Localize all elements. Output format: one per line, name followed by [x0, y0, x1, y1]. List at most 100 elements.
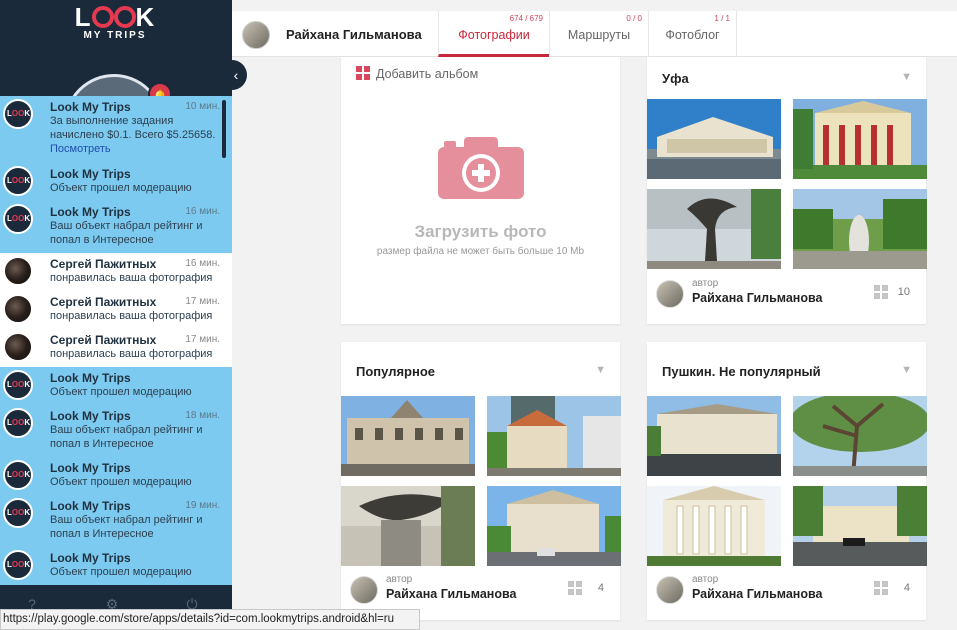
user-avatar[interactable] — [3, 332, 33, 362]
chevron-left-icon[interactable]: ‹ — [225, 60, 247, 90]
tab-photoblog[interactable]: 1 / 1 Фотоблог — [648, 11, 737, 57]
tab-count: 1 / 1 — [714, 14, 730, 23]
notification-item[interactable]: LOOK Look My Trips 16 мин. Ваш объект набра… — [0, 201, 232, 253]
photo-count: 4 — [597, 582, 604, 594]
logo[interactable]: LK MY TRIPS — [60, 4, 170, 44]
album-photo[interactable] — [647, 486, 781, 566]
album-card-popular[interactable]: Популярное ▼ автор Райхана Гильманова 4 — [341, 342, 621, 620]
album-photo[interactable] — [341, 396, 475, 476]
notification-time: 16 мин. — [185, 206, 220, 217]
album-photo[interactable] — [647, 99, 781, 179]
look-my-trips-avatar[interactable]: LOOK — [3, 460, 33, 490]
notification-text: Объект прошел модерацию — [50, 566, 192, 578]
notification-text: понравилась ваша фотография — [50, 272, 213, 284]
album-title: Уфа — [662, 71, 689, 86]
album-card-pushkin[interactable]: Пушкин. Не популярный ▼ автор Райхана Ги… — [647, 342, 927, 620]
notification-text: Объект прошел модерацию — [50, 476, 192, 488]
look-my-trips-avatar[interactable]: LOOK — [3, 408, 33, 438]
user-avatar[interactable] — [3, 256, 33, 286]
author-label: автор — [692, 574, 719, 585]
album-photo[interactable] — [487, 486, 621, 566]
album-card-ufa[interactable]: Уфа ▼ автор Райхана Гильманова 10 — [647, 57, 927, 324]
notification-time: 18 мин. — [185, 410, 220, 421]
notification-item[interactable]: Сергей Пажитных 16 мин. понравилась ваша ф… — [0, 253, 232, 291]
album-photo[interactable] — [647, 189, 781, 269]
notification-item[interactable]: LOOK Look My Trips 10 мин. За выполнение за… — [0, 96, 232, 163]
sidebar: LK MY TRIPS 🔔 LOOKLook My Trips10 мин.За… — [0, 0, 232, 630]
notification-item[interactable]: Сергей Пажитных 17 мин. понравилась ваша ф… — [0, 329, 232, 367]
notification-title: Look My Trips — [50, 167, 131, 181]
author-avatar[interactable] — [656, 576, 684, 604]
notification-item[interactable]: LOOK Look My Trips Объект прошел модерацию — [0, 163, 232, 201]
notification-text: понравилась ваша фотография — [50, 348, 213, 360]
caret-down-icon[interactable]: ▼ — [595, 364, 606, 376]
notification-text: За выполнение задания начислено $0.1. Вс… — [50, 115, 216, 155]
photos-grid-icon — [568, 581, 582, 595]
album-photo[interactable] — [793, 486, 927, 566]
caret-down-icon[interactable]: ▼ — [901, 71, 912, 83]
look-my-trips-avatar[interactable]: LOOK — [3, 370, 33, 400]
notification-item[interactable]: LOOK Look My Trips 18 мин. Ваш объект набра… — [0, 405, 232, 457]
tab-photos[interactable]: 674 / 679 Фотографии — [438, 11, 549, 57]
notification-item[interactable]: LOOK Look My Trips Объект прошел модерацию — [0, 547, 232, 585]
add-album-button[interactable]: Добавить альбом — [356, 66, 478, 81]
notification-title: Look My Trips — [50, 371, 131, 385]
camera-plus-icon[interactable] — [438, 137, 524, 199]
look-my-trips-avatar[interactable]: LOOK — [3, 99, 33, 129]
upload-title: Загрузить фото — [414, 222, 547, 241]
user-avatar[interactable] — [242, 21, 270, 49]
caret-down-icon[interactable]: ▼ — [901, 364, 912, 376]
notification-item[interactable]: LOOK Look My Trips Объект прошел модерацию — [0, 457, 232, 495]
album-title: Пушкин. Не популярный — [662, 364, 821, 379]
tab-label: Маршруты — [567, 28, 631, 42]
notification-text: понравилась ваша фотография — [50, 310, 213, 322]
album-grid-icon — [356, 66, 370, 80]
tab-label: Фотографии — [458, 28, 530, 42]
author-label: автор — [386, 574, 413, 585]
author-name[interactable]: Райхана Гильманова — [692, 587, 822, 601]
author-name[interactable]: Райхана Гильманова — [692, 291, 822, 305]
author-avatar[interactable] — [350, 576, 378, 604]
album-footer: автор Райхана Гильманова 10 — [647, 276, 926, 324]
notification-text: Ваш объект набрал рейтинг и попал в Инте… — [50, 220, 203, 246]
author-name[interactable]: Райхана Гильманова — [386, 587, 516, 601]
notification-time: 10 мин. — [185, 101, 220, 112]
notification-title: Look My Trips — [50, 551, 131, 565]
album-photo[interactable] — [793, 396, 927, 476]
album-photo[interactable] — [487, 396, 621, 476]
notification-item[interactable]: LOOK Look My Trips 19 мин. Ваш объект набра… — [0, 495, 232, 547]
album-footer: автор Райхана Гильманова 4 — [647, 572, 926, 620]
upload-subtitle: размер файла не может быть больше 10 Mb — [376, 246, 585, 257]
notification-time: 17 мин. — [185, 334, 220, 345]
notification-title: Look My Trips — [50, 461, 131, 475]
notification-time: 16 мин. — [185, 258, 220, 269]
photo-count: 4 — [903, 582, 910, 594]
album-photo[interactable] — [793, 189, 927, 269]
view-link[interactable]: Посмотреть — [50, 143, 111, 155]
album-photo[interactable] — [341, 486, 475, 566]
look-my-trips-avatar[interactable]: LOOK — [3, 550, 33, 580]
notification-text: Ваш объект набрал рейтинг и попал в Инте… — [50, 514, 203, 540]
look-my-trips-avatar[interactable]: LOOK — [3, 166, 33, 196]
notification-text: Ваш объект набрал рейтинг и попал в Инте… — [50, 424, 203, 450]
scrollbar-thumb[interactable] — [222, 100, 226, 158]
album-photo[interactable] — [647, 396, 781, 476]
notification-item[interactable]: LOOK Look My Trips Объект прошел модерацию — [0, 367, 232, 405]
album-title: Популярное — [356, 364, 436, 379]
profile-header: Райхана Гильманова 674 / 679 Фотографии … — [232, 11, 957, 57]
look-my-trips-avatar[interactable]: LOOK — [3, 498, 33, 528]
user-avatar[interactable] — [3, 294, 33, 324]
look-my-trips-avatar[interactable]: LOOK — [3, 204, 33, 234]
tab-routes[interactable]: 0 / 0 Маршруты — [549, 11, 648, 57]
album-photo[interactable] — [793, 99, 927, 179]
browser-status-url: https://play.google.com/store/apps/detai… — [0, 609, 420, 630]
tab-count: 674 / 679 — [509, 14, 543, 23]
upload-card[interactable]: Добавить альбом Загрузить фото размер фа… — [341, 57, 620, 324]
author-label: автор — [692, 278, 719, 289]
author-avatar[interactable] — [656, 280, 684, 308]
notification-text: Объект прошел модерацию — [50, 182, 192, 194]
user-name[interactable]: Райхана Гильманова — [286, 27, 422, 42]
notification-time: 19 мин. — [185, 500, 220, 511]
notification-item[interactable]: Сергей Пажитных 17 мин. понравилась ваша ф… — [0, 291, 232, 329]
notification-text: Объект прошел модерацию — [50, 386, 192, 398]
